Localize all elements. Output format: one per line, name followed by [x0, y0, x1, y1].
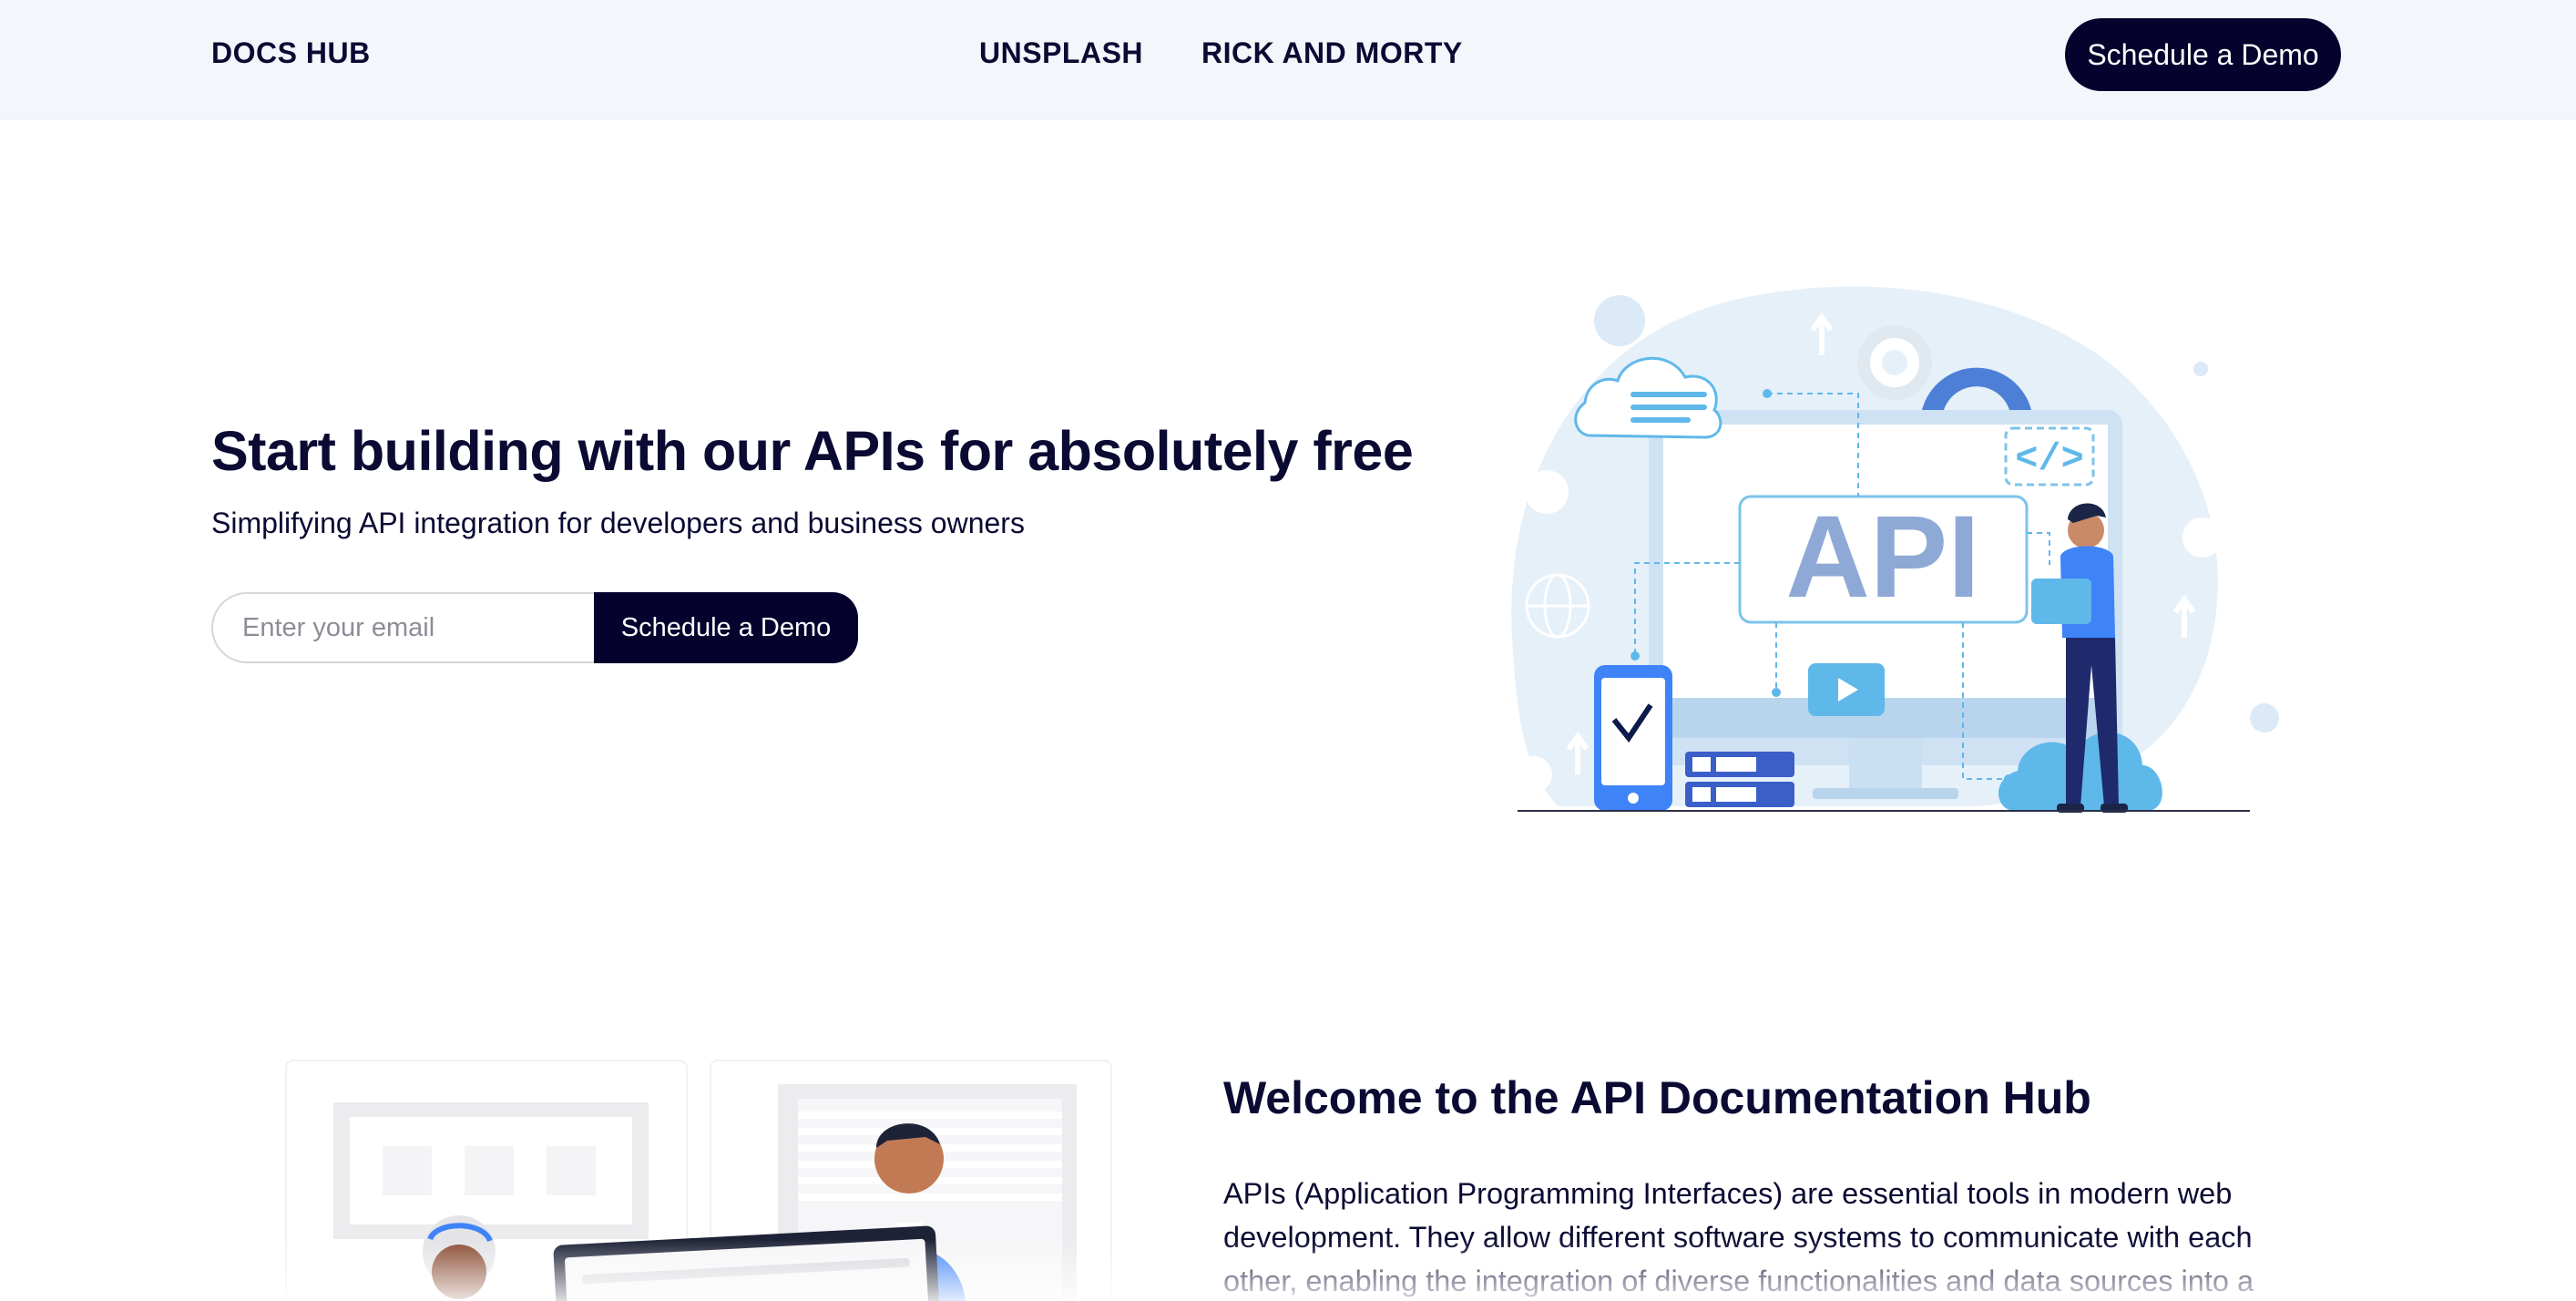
svg-text:</>: </> [2015, 437, 2084, 481]
api-illustration: API </> [1511, 286, 2279, 813]
email-input[interactable] [211, 592, 594, 663]
welcome-title: Welcome to the API Documentation Hub [1223, 1072, 2091, 1123]
hero-title: Start building with our APIs for absolut… [211, 420, 1414, 482]
nav-link-unsplash[interactable]: UNSPLASH [979, 36, 1143, 70]
hero-schedule-demo-button[interactable]: Schedule a Demo [594, 592, 858, 663]
welcome-body-text: APIs (Application Programming Interfaces… [1223, 1177, 2254, 1297]
hero-subtitle: Simplifying API integration for develope… [211, 507, 1025, 539]
header-schedule-demo-button[interactable]: Schedule a Demo [2065, 18, 2341, 91]
welcome-illustration [285, 1060, 1112, 1301]
main-nav: UNSPLASH RICK AND MORTY [979, 36, 1463, 70]
api-illustration-text: API [1785, 492, 1979, 622]
top-navbar: DOCS HUB UNSPLASH RICK AND MORTY Schedul… [0, 0, 2576, 120]
hero-signup-form: Schedule a Demo [211, 592, 858, 663]
brand-logo-link[interactable]: DOCS HUB [211, 36, 371, 70]
nav-link-rick-and-morty[interactable]: RICK AND MORTY [1201, 36, 1463, 70]
